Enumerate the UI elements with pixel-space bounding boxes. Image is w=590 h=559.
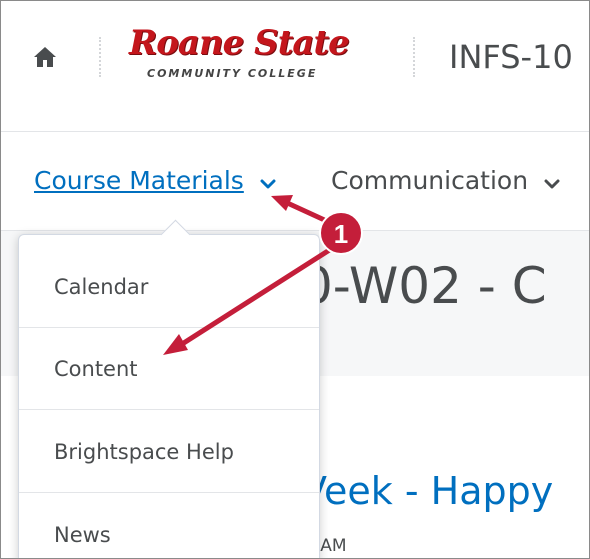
menu-item-label: Brightspace Help: [54, 440, 234, 464]
menu-item-content[interactable]: Content: [19, 327, 319, 410]
logo-subtitle: COMMUNITY COLLEGE: [147, 67, 318, 80]
separator: [99, 37, 101, 77]
logo[interactable]: Roane State COMMUNITY COLLEGE: [129, 23, 379, 91]
menu-item-label: Calendar: [54, 275, 149, 299]
nav-item-label: Course Materials: [34, 166, 244, 195]
screenshot-frame: Roane State COMMUNITY COLLEGE INFS-10 Co…: [0, 0, 590, 559]
menu-item-brightspace-help[interactable]: Brightspace Help: [19, 410, 319, 493]
nav-course-materials[interactable]: Course Materials: [34, 164, 276, 199]
menu-item-label: Content: [54, 357, 138, 381]
menu-item-label: News: [54, 523, 111, 547]
course-materials-dropdown: Calendar Content Brightspace Help News: [18, 219, 320, 558]
course-navbar: Course Materials Communication: [1, 132, 589, 231]
chevron-down-icon: [544, 165, 560, 199]
news-item-title[interactable]: Veek - Happy: [301, 466, 553, 516]
separator: [413, 37, 415, 77]
nav-item-label: Communication: [331, 166, 529, 195]
menu-item-calendar[interactable]: Calendar: [19, 245, 319, 328]
course-title[interactable]: INFS-10: [449, 37, 573, 77]
logo-title: Roane State: [129, 23, 350, 63]
home-icon[interactable]: [33, 45, 57, 69]
chevron-down-icon: [260, 165, 276, 199]
page-title: 0-W02 - C: [301, 257, 547, 315]
menu-item-news[interactable]: News: [19, 493, 319, 558]
top-bar: Roane State COMMUNITY COLLEGE INFS-10: [1, 1, 589, 132]
nav-communication[interactable]: Communication: [331, 164, 560, 199]
